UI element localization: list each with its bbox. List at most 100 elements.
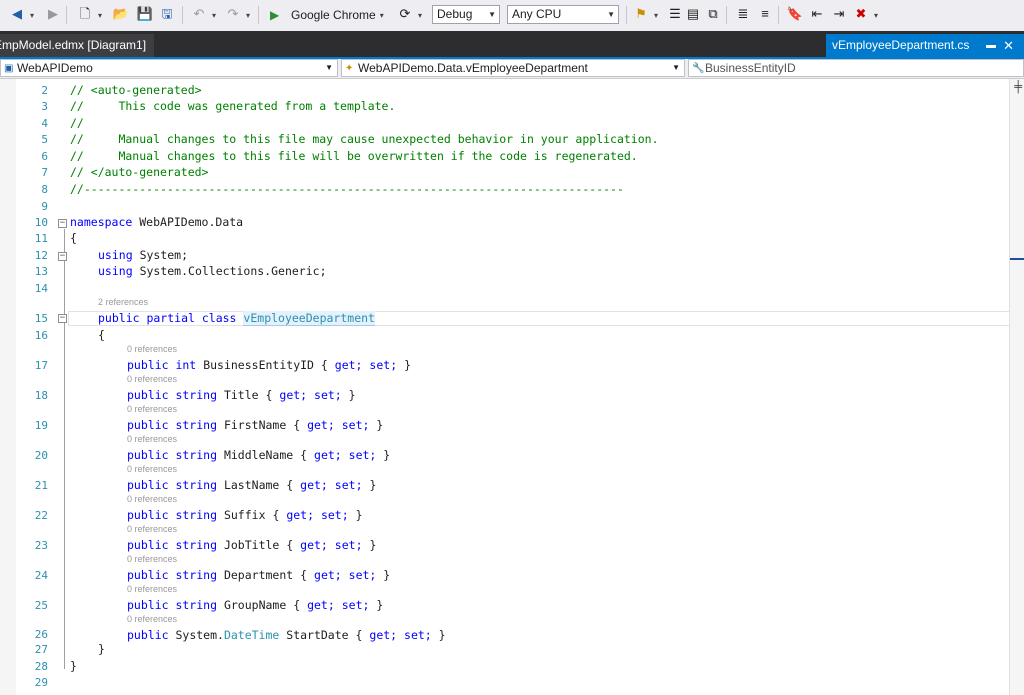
vertical-scrollbar[interactable]: ╪ [1009,79,1024,695]
property-references-lens[interactable]: 0 references [127,584,177,594]
accessor-close-brace: } [438,628,446,642]
project-dropdown[interactable]: ▣ WebAPIDemo ▼ [0,59,338,77]
line-number: 28 [34,660,48,673]
start-debugging-icon[interactable]: ▶ [270,5,279,25]
split-window-icon[interactable]: ╪ [1014,81,1022,93]
run-target-button[interactable]: Google Chrome ▾ [291,5,384,25]
line-number: 19 [34,419,48,432]
code-line-8: //--------------------------------------… [70,182,624,196]
uncomment-lines-icon[interactable]: ≡ [756,5,774,23]
new-project-dropdown-icon[interactable]: ▾ [98,5,102,25]
class-icon: ✦ [345,63,354,74]
fold-usings-icon[interactable]: − [58,252,67,261]
property-references-lens[interactable]: 0 references [127,464,177,474]
code-line-15: public partial class vEmployeeDepartment [98,311,375,326]
fold-namespace-icon[interactable]: − [58,219,67,228]
comment-lines-icon[interactable]: ≣ [734,5,752,23]
line-number: 20 [34,449,48,462]
undo-dropdown-icon[interactable]: ▾ [212,5,216,25]
save-all-icon[interactable]: 🖫 [158,5,176,23]
property-declaration: public string Department { get; set; } [127,568,390,582]
toolbar-overflow-icon[interactable]: ▾ [874,5,878,25]
property-name: JobTitle [223,538,280,552]
redo-icon[interactable]: ↷ [224,5,242,23]
line-number: 16 [34,329,48,342]
line-number: 24 [34,569,48,582]
undo-icon[interactable]: ↶ [190,5,208,23]
accessor-open-brace: { [300,448,308,462]
property-references-lens[interactable]: 0 references [127,344,177,354]
property-references-lens[interactable]: 0 references [127,614,177,624]
namespace-outline-guide [64,229,65,669]
close-tab-icon[interactable]: ✕ [1003,34,1014,57]
member-dropdown[interactable]: 🔧 BusinessEntityID [688,59,1024,77]
code-line-4: // [70,116,84,130]
set-accessor: set; [369,358,398,372]
save-icon[interactable]: 💾 [136,5,154,23]
accessor-open-brace: { [265,388,273,402]
tab-vemployeedepartment[interactable]: vEmployeeDepartment.cs ▬ ✕ [826,34,1024,57]
fold-class-icon[interactable]: − [58,314,67,323]
property-declaration: public string Title { get; set; } [127,388,356,402]
platform-select[interactable]: Any CPU ▼ [507,5,619,24]
line-number: 29 [34,676,48,689]
line-number: 13 [34,265,48,278]
set-accessor: set; [334,478,363,492]
using-keyword: using [98,248,133,262]
main-toolbar: ◀ ▾ ▶ 🗋 ▾ 📂 💾 🖫 ↶ ▾ ↷ ▾ ▶ Google Chrome ▾… [0,0,1024,32]
glyph-margin[interactable] [0,79,16,695]
using-system: System; [139,248,189,262]
redo-dropdown-icon[interactable]: ▾ [246,5,250,25]
code-line-16: { [98,328,105,342]
back-dropdown-icon[interactable]: ▾ [30,5,34,25]
set-accessor: set; [348,568,377,582]
accessor-close-brace: } [383,448,391,462]
line-number: 25 [34,599,48,612]
property-references-lens[interactable]: 0 references [127,374,177,384]
property-references-lens[interactable]: 0 references [127,494,177,504]
property-references-lens[interactable]: 0 references [127,434,177,444]
code-editor[interactable]: ╪ 2 3 4 5 6 7 8 9 10 11 12 13 14 15 16 17 18 19 20 21 22 23 24… [0,79,1024,695]
open-file-icon[interactable]: 📂 [112,5,130,23]
accessor-close-brace: } [404,358,411,372]
align-left-icon[interactable]: ☰ [666,5,684,23]
property-references-lens[interactable]: 0 references [127,554,177,564]
line-number: 15 [34,312,48,325]
type-dropdown-value: WebAPIDemo.Data.vEmployeeDepartment [358,61,588,75]
line-number: 9 [41,200,48,213]
line-number: 26 [34,628,48,641]
class-references-lens[interactable]: 2 references [98,297,148,307]
property-declaration: public System.DateTime StartDate { get; … [127,628,446,642]
accessor-close-brace: } [348,388,356,402]
configuration-select[interactable]: Debug ▼ [432,5,500,24]
refresh-icon[interactable]: ⟳ [396,5,414,23]
format-document-icon[interactable]: ▤ [684,5,702,23]
navigate-back-icon[interactable]: ◀ [8,5,26,23]
line-number: 14 [34,282,48,295]
navigate-forward-icon[interactable]: ▶ [44,5,62,23]
bookmark-icon[interactable]: 🔖 [786,5,804,23]
class-modifiers: public partial class [98,311,237,325]
property-name: LastName [223,478,280,492]
next-bookmark-icon[interactable]: ⇥ [830,5,848,23]
property-references-lens[interactable]: 0 references [127,524,177,534]
configuration-value: Debug [437,7,473,21]
property-references-lens[interactable]: 0 references [127,404,177,414]
find-dropdown-icon[interactable]: ▾ [654,5,658,25]
clear-bookmarks-icon[interactable]: ✖ [852,5,870,23]
properties-window-icon[interactable]: ⧉ [704,5,722,23]
pin-tab-icon[interactable]: ▬ [986,34,996,57]
code-line-11: { [70,231,77,245]
property-declaration: public int BusinessEntityID { get; set; … [127,358,411,372]
namespace-keyword: namespace [70,215,133,229]
previous-bookmark-icon[interactable]: ⇤ [808,5,826,23]
type-dropdown[interactable]: ✦ WebAPIDemo.Data.vEmployeeDepartment ▼ [341,59,685,77]
get-accessor: get; [279,388,308,402]
new-project-icon[interactable]: 🗋 [76,5,94,23]
get-accessor: get; [314,448,342,462]
refresh-dropdown-icon[interactable]: ▾ [418,5,422,25]
find-in-files-icon[interactable]: ⚑ [632,5,650,23]
project-dropdown-value: WebAPIDemo [17,61,93,75]
get-accessor: get; [369,628,398,642]
tab-empmodel-diagram[interactable]: EmpModel.edmx [Diagram1] [0,34,155,57]
